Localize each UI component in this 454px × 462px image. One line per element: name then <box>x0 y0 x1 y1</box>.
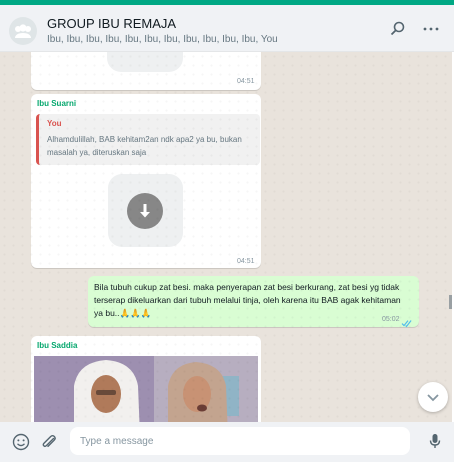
media-placeholder[interactable] <box>108 174 183 247</box>
message-bubble-image[interactable]: Ibu Saddia <box>31 336 261 422</box>
message-time: 04:51 <box>237 78 255 85</box>
message-bubble-reply[interactable]: Ibu Suarni You Alhamdulillah, BAB kehita… <box>31 94 261 268</box>
scrollbar-thumb[interactable] <box>449 295 452 309</box>
message-input-box[interactable] <box>70 427 410 455</box>
download-icon[interactable] <box>127 193 163 229</box>
message-input[interactable] <box>80 427 400 455</box>
chevron-down-icon <box>427 394 439 402</box>
message-bubble-outgoing[interactable]: Bila tubuh cukup zat besi. maka penyerap… <box>88 276 419 328</box>
chat-photo[interactable] <box>34 356 258 422</box>
attach-icon[interactable] <box>39 432 59 452</box>
whatsapp-web-window: GROUP IBU REMAJA Ibu, Ibu, Ibu, Ibu, Ibu… <box>0 0 454 462</box>
sender-name[interactable]: Ibu Saddia <box>37 341 77 350</box>
emoji-icon[interactable] <box>11 432 31 452</box>
participants-list: Ibu, Ibu, Ibu, Ibu, Ibu, Ibu, Ibu, Ibu, … <box>47 34 278 45</box>
image-placeholder[interactable] <box>107 52 183 72</box>
message-bubble-image[interactable]: 04:51 <box>31 52 261 90</box>
double-check-icon <box>401 315 413 328</box>
message-time: 04:51 <box>237 258 255 265</box>
search-icon[interactable] <box>388 19 408 39</box>
message-composer <box>0 422 454 462</box>
quoted-text: Alhamdulillah, BAB kehitam2an ndk apa2 y… <box>47 135 242 157</box>
message-text: Bila tubuh cukup zat besi. maka penyerap… <box>94 282 401 318</box>
message-time: 05:02 <box>382 316 400 323</box>
message-list[interactable]: 04:51 Ibu Suarni You Alhamdulillah, BAB … <box>0 52 452 422</box>
group-name: GROUP IBU REMAJA <box>47 16 177 31</box>
quoted-message[interactable]: You Alhamdulillah, BAB kehitam2an ndk ap… <box>36 114 260 165</box>
sender-name[interactable]: Ibu Suarni <box>37 99 76 108</box>
chat-header[interactable]: GROUP IBU REMAJA Ibu, Ibu, Ibu, Ibu, Ibu… <box>0 5 454 52</box>
group-avatar-icon[interactable] <box>9 17 37 45</box>
quoted-author: You <box>47 119 62 128</box>
menu-icon[interactable] <box>421 19 441 39</box>
scroll-to-bottom-button[interactable] <box>418 382 448 412</box>
mic-icon[interactable] <box>425 431 445 451</box>
